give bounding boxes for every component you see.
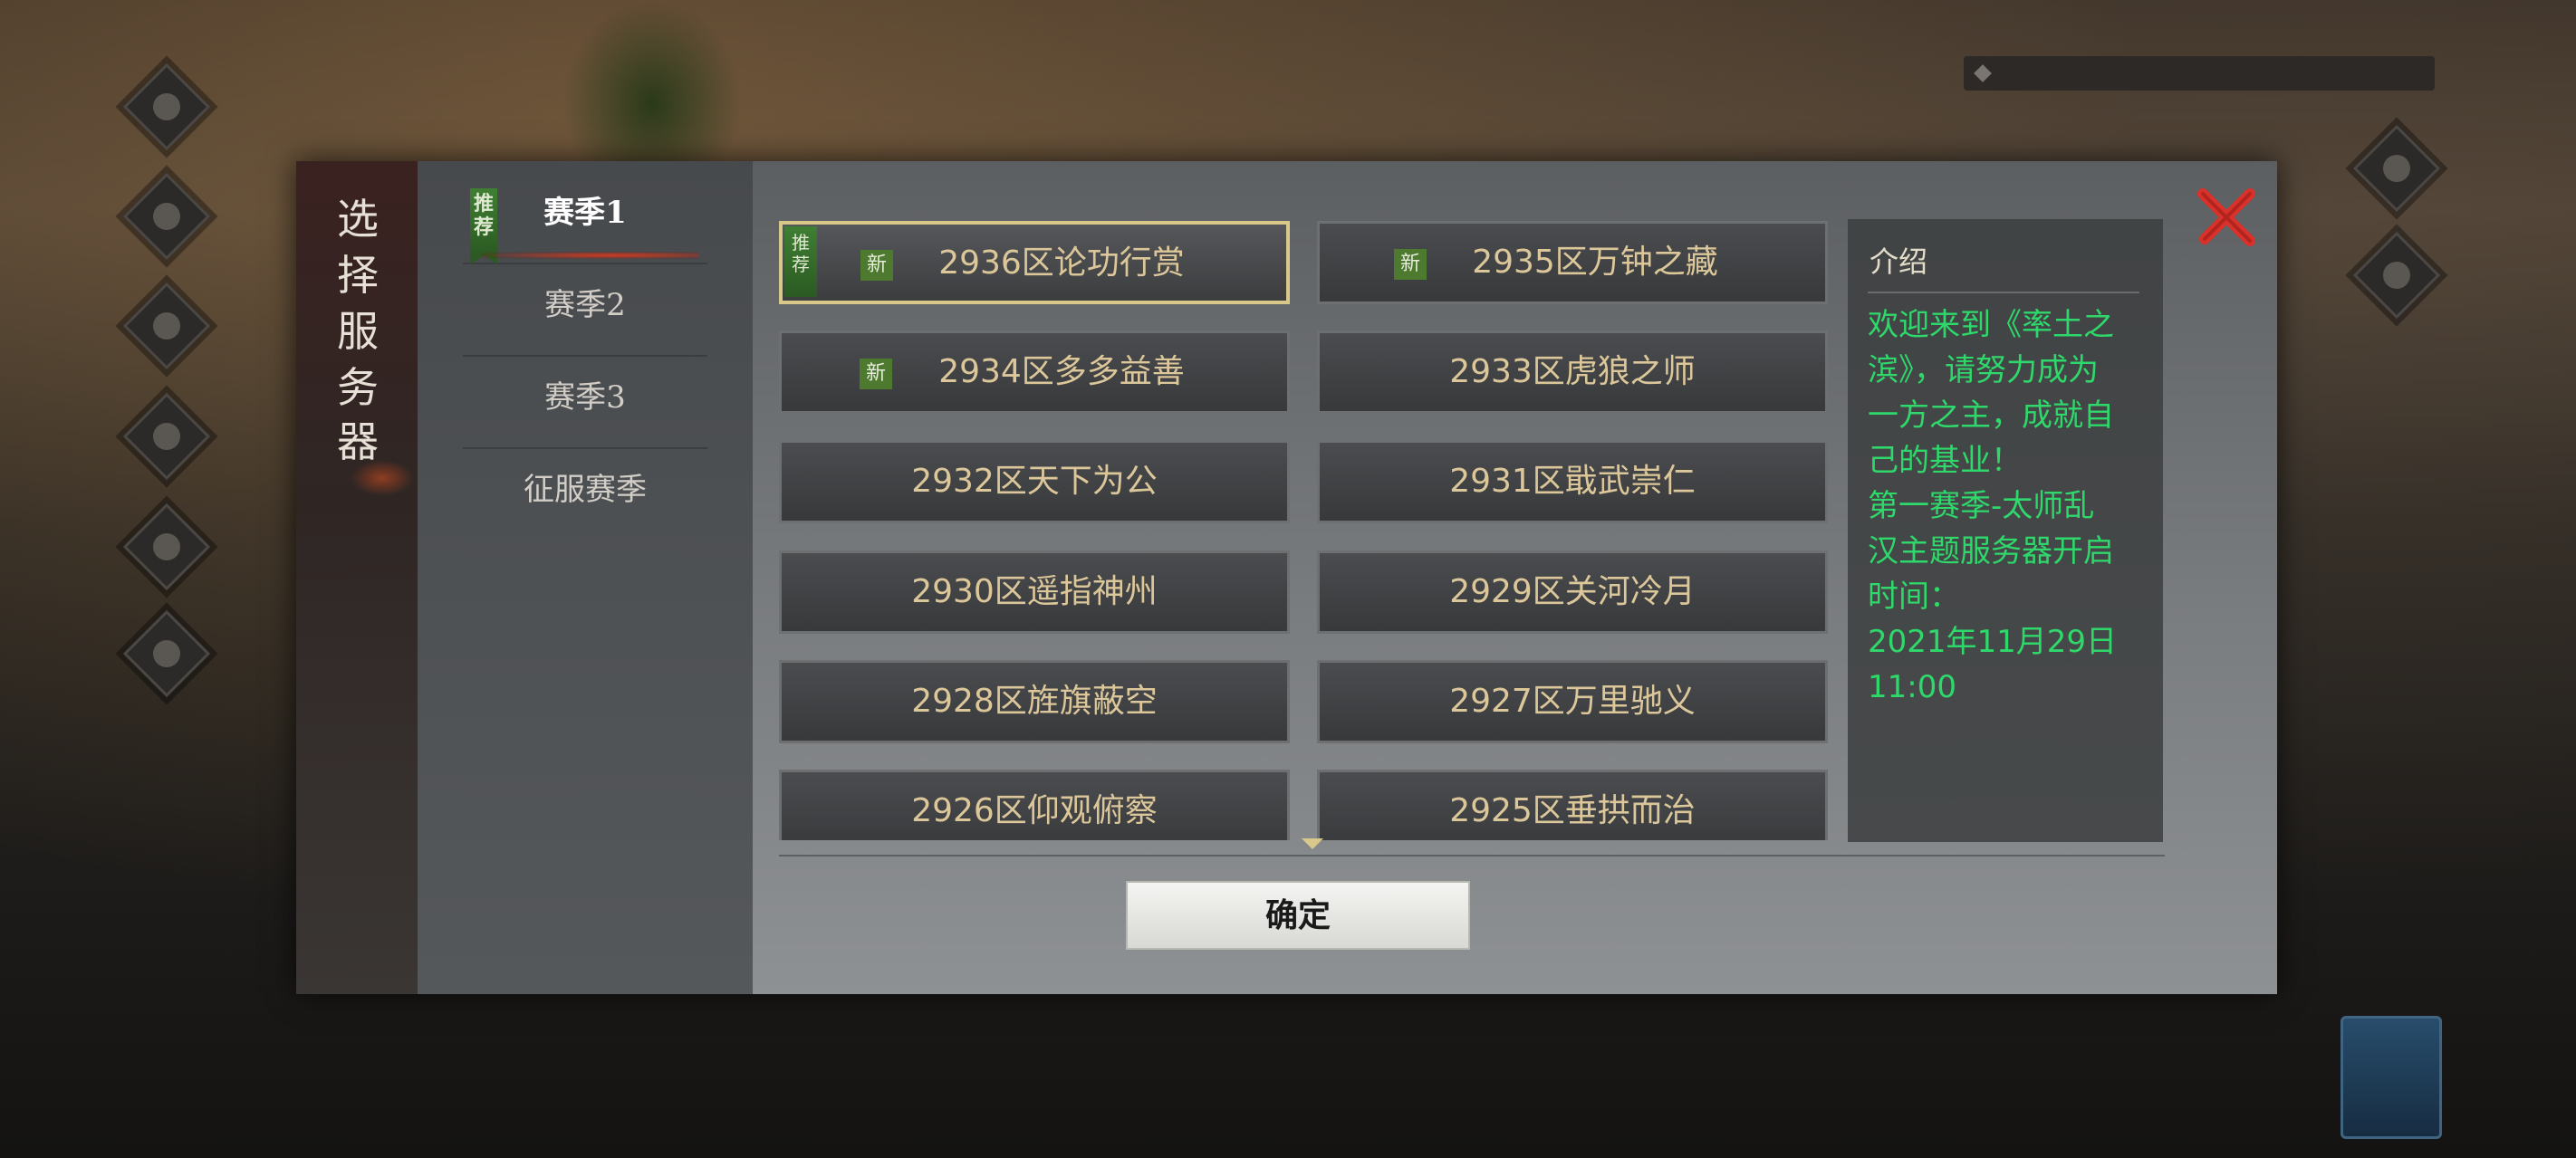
- season-tab-list: 推荐 赛季1 赛季2 赛季3 征服赛季: [418, 161, 753, 994]
- server-label: 2926区仰观俯察: [911, 792, 1158, 829]
- server-label: 2930区遥指神州: [911, 573, 1158, 610]
- server-list-clip: 2926区仰观俯察 2925区垂拱而治: [779, 770, 1830, 840]
- season-tab-label: 征服赛季: [524, 472, 647, 508]
- dialog-title-char: 务: [337, 363, 379, 412]
- server-button-2935[interactable]: 新 2935区万钟之藏: [1317, 221, 1828, 304]
- server-button-2932[interactable]: 2932区天下为公: [779, 440, 1290, 523]
- intro-line: 2021年11月29日: [1868, 624, 2118, 660]
- background-figure: [562, 0, 743, 172]
- server-button-2931[interactable]: 2931区戢武崇仁: [1317, 440, 1828, 523]
- intro-text: 欢迎来到《率土之 滨》，请努力成为 一方之主，成就自 己的基业！ 第一赛季-太师…: [1868, 302, 2148, 710]
- intro-line: 己的基业！: [1868, 443, 2022, 479]
- dialog-title-char: 服: [337, 307, 379, 356]
- server-button-2929[interactable]: 2929区关河冷月: [1317, 550, 1828, 634]
- server-label: 2932区天下为公: [911, 463, 1158, 500]
- close-icon[interactable]: [2196, 185, 2259, 248]
- server-button-2934[interactable]: 新 2934区多多益善: [779, 330, 1290, 414]
- server-list-divider: [779, 855, 2165, 857]
- server-button-2926[interactable]: 2926区仰观俯察: [779, 770, 1290, 840]
- server-button-2930[interactable]: 2930区遥指神州: [779, 550, 1290, 634]
- top-notice-bar: [1964, 56, 2435, 91]
- server-label: 2928区旌旗蔽空: [911, 683, 1158, 720]
- scroll-down-icon[interactable]: [1302, 838, 1323, 849]
- server-label: 2925区垂拱而治: [1449, 792, 1696, 829]
- confirm-button[interactable]: 确定: [1126, 881, 1470, 950]
- intro-line: 一方之主，成就自: [1868, 397, 2114, 434]
- server-label: 2927区万里驰义: [1449, 683, 1696, 720]
- season-tab-label: 赛季1: [543, 195, 627, 231]
- recommend-badge: 推荐: [784, 226, 817, 297]
- intro-line: 第一赛季-太师乱: [1868, 488, 2095, 524]
- age-rating-badge: [2341, 1016, 2442, 1139]
- server-label: 2929区关河冷月: [1449, 573, 1696, 610]
- intro-line: 滨》，请努力成为: [1868, 352, 2099, 388]
- server-button-2936[interactable]: 推荐 新 2936区论功行赏: [779, 221, 1290, 304]
- dialog-title-char: 择: [337, 251, 379, 300]
- intro-title: 介绍: [1870, 244, 1928, 279]
- intro-line: 时间：: [1868, 579, 1960, 615]
- server-button-2933[interactable]: 2933区虎狼之师: [1317, 330, 1828, 414]
- server-label: 2933区虎狼之师: [1449, 353, 1696, 390]
- server-button-2927[interactable]: 2927区万里驰义: [1317, 660, 1828, 743]
- intro-line: 汉主题服务器开启: [1868, 533, 2114, 569]
- season-tab-label: 赛季3: [544, 379, 626, 416]
- intro-line: 欢迎来到《率土之: [1868, 307, 2114, 343]
- season-tab-conquest[interactable]: 征服赛季: [463, 449, 707, 540]
- server-button-2925[interactable]: 2925区垂拱而治: [1317, 770, 1828, 840]
- intro-line: 11:00: [1868, 669, 1956, 705]
- server-label: 2935区万钟之藏: [1472, 244, 1718, 281]
- server-label: 2931区戢武崇仁: [1449, 463, 1696, 500]
- server-label: 2934区多多益善: [938, 353, 1185, 390]
- season-tab-2[interactable]: 赛季2: [463, 264, 707, 357]
- dialog-title-char: 器: [337, 417, 379, 466]
- season-tab-label: 赛季2: [544, 287, 626, 323]
- season-tab-1[interactable]: 推荐 赛季1: [463, 172, 707, 264]
- recommend-badge: 推荐: [470, 188, 497, 264]
- dialog-title-strip: 选 择 服 务 器: [296, 161, 418, 994]
- server-label: 2936区论功行赏: [938, 244, 1185, 282]
- intro-panel: 介绍 欢迎来到《率土之 滨》，请努力成为 一方之主，成就自 己的基业！ 第一赛季…: [1848, 219, 2163, 842]
- season-tab-3[interactable]: 赛季3: [463, 357, 707, 449]
- server-button-2928[interactable]: 2928区旌旗蔽空: [779, 660, 1290, 743]
- dialog-title-char: 选: [337, 195, 379, 244]
- intro-divider: [1868, 292, 2139, 293]
